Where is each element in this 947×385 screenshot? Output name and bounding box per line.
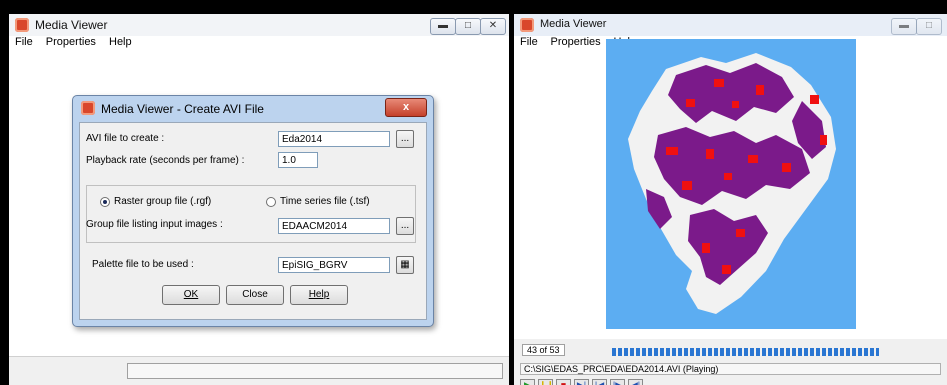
menu-file[interactable]: File (15, 36, 33, 48)
hotspot (722, 265, 731, 274)
hotspot (736, 229, 745, 237)
playback-rate-input[interactable]: 1.0 (278, 152, 318, 168)
hotspot (686, 99, 695, 107)
group-browse-button[interactable]: ... (396, 217, 414, 235)
avi-file-input[interactable]: Eda2014 (278, 131, 390, 147)
title-bar[interactable]: Media Viewer ▬ □ ✕ (9, 14, 509, 36)
frame-counter: 43 of 53 (522, 344, 565, 356)
hotspot (756, 85, 764, 95)
window-title: Media Viewer (35, 18, 108, 32)
go-back-icon[interactable]: ◀| (628, 379, 643, 385)
avi-browse-button[interactable]: ... (396, 130, 414, 148)
palette-file-label: Palette file to be used : (92, 259, 194, 270)
maximize-button[interactable]: □ (916, 18, 942, 35)
dialog-body: AVI file to create : Eda2014 ... Playbac… (79, 122, 427, 320)
hotspot (714, 79, 724, 87)
hotspot (706, 149, 714, 159)
menu-help[interactable]: Help (109, 36, 132, 48)
radio-raster-label: Raster group file (.rgf) (114, 196, 212, 207)
stop-icon[interactable]: ■ (556, 379, 571, 385)
media-viewer-window-right: Media Viewer ▬ □ File Properties Help (514, 14, 947, 385)
help-button[interactable]: Help (290, 285, 348, 305)
dialog-close-button[interactable]: x (385, 98, 427, 117)
status-field (127, 363, 503, 379)
hotspot (702, 243, 710, 253)
radio-timeseries-label: Time series file (.tsf) (280, 196, 370, 207)
radio-raster[interactable] (100, 197, 110, 207)
status-bar (9, 356, 509, 385)
go-first-icon[interactable]: |◀ (592, 379, 607, 385)
app-icon (520, 18, 534, 32)
ok-button[interactable]: OK (162, 285, 220, 305)
dialog-title: Media Viewer - Create AVI File (101, 102, 264, 116)
palette-browse-icon[interactable]: ▦ (396, 256, 414, 274)
hotspot (810, 95, 819, 104)
go-next-icon[interactable]: |▶ (610, 379, 625, 385)
hotspot (820, 135, 827, 145)
input-groupbox (86, 185, 416, 243)
group-file-input[interactable]: EDAACM2014 (278, 218, 390, 234)
menu-file[interactable]: File (520, 36, 538, 48)
maximize-button[interactable]: □ (455, 18, 481, 35)
playback-controls: ▶ ❙❙ ■ ▶| |◀ |▶ ◀| (520, 379, 660, 385)
ecuador-choropleth-map (628, 53, 836, 314)
playback-rate-label: Playback rate (seconds per frame) : (86, 155, 245, 166)
hotspot (724, 173, 732, 180)
hotspot (782, 163, 791, 172)
hotspot (682, 181, 692, 190)
menu-properties[interactable]: Properties (551, 36, 601, 48)
menu-properties[interactable]: Properties (46, 36, 96, 48)
menu-bar: File Properties Help (9, 36, 509, 52)
pause-icon[interactable]: ❙❙ (538, 379, 554, 385)
playback-progress-bar[interactable] (612, 348, 879, 356)
palette-file-input[interactable]: EpiSIG_BGRV (278, 257, 390, 273)
app-icon (81, 101, 95, 115)
create-avi-dialog: Media Viewer - Create AVI File x AVI fil… (72, 95, 434, 327)
radio-timeseries[interactable] (266, 197, 276, 207)
map-frame (606, 39, 856, 329)
status-path: C:\SIG\EDAS_PRC\EDA\EDA2014.AVI (Playing… (520, 363, 941, 375)
hotspot (732, 101, 739, 108)
hotspot (666, 147, 678, 155)
step-forward-icon[interactable]: ▶| (574, 379, 589, 385)
hotspot (748, 155, 758, 163)
play-icon[interactable]: ▶ (520, 379, 535, 385)
minimize-button[interactable]: ▬ (430, 18, 456, 35)
close-dialog-button[interactable]: Close (226, 285, 284, 305)
app-icon (15, 18, 29, 32)
group-file-label: Group file listing input images : (86, 219, 223, 230)
title-bar[interactable]: Media Viewer ▬ □ (514, 14, 947, 36)
minimize-button[interactable]: ▬ (891, 18, 917, 35)
avi-file-label: AVI file to create : (86, 133, 165, 144)
close-button[interactable]: ✕ (480, 18, 506, 35)
player-panel: 43 of 53 C:\SIG\EDAS_PRC\EDA\EDA2014.AVI… (514, 339, 947, 385)
window-title: Media Viewer (540, 18, 607, 30)
